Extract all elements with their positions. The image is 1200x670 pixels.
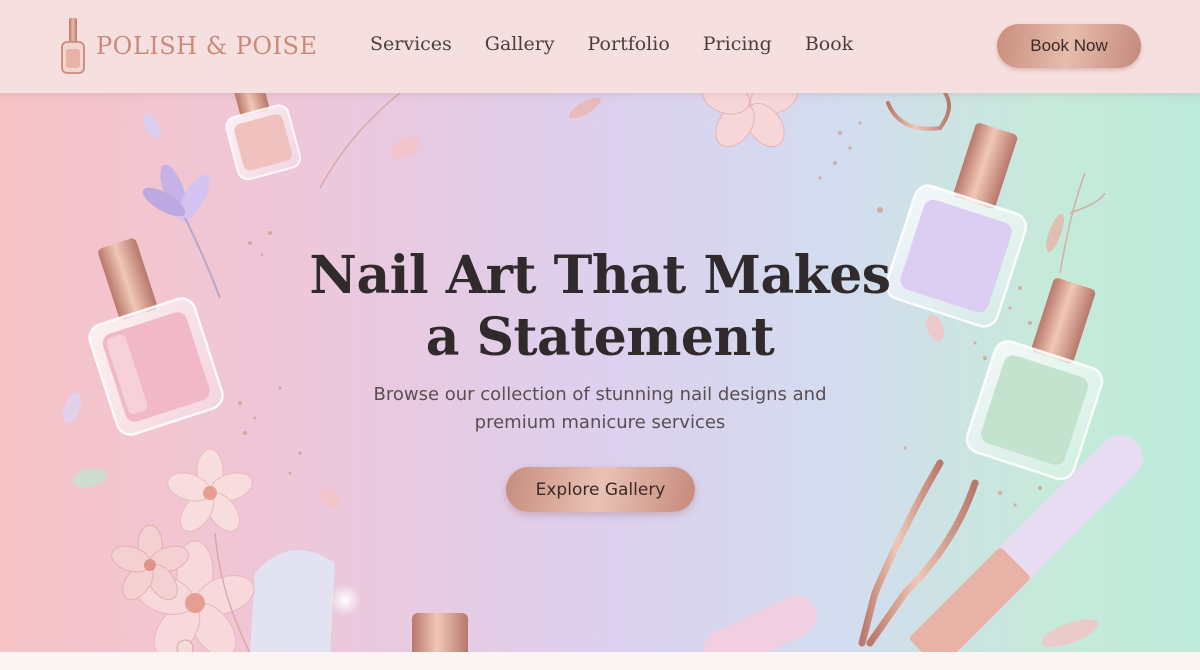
nav-portfolio[interactable]: Portfolio — [588, 33, 670, 55]
nail-polish-bottle-icon — [885, 123, 1028, 328]
nail-polish-bottle-icon — [225, 93, 302, 181]
explore-gallery-button[interactable]: Explore Gallery — [506, 467, 695, 512]
nail-polish-bottle-icon — [88, 238, 224, 436]
flower-icon — [167, 448, 253, 532]
nail-polish-bottle-icon — [412, 613, 468, 652]
nav-services[interactable]: Services — [370, 33, 452, 55]
hero-subtitle: Browse our collection of stunning nail d… — [340, 381, 860, 437]
hero-decorations — [62, 93, 1143, 652]
hero-title-line1: Nail Art That Makes — [309, 245, 891, 306]
book-now-button[interactable]: Book Now — [997, 24, 1141, 68]
site-header: POLISH & POISE Services Gallery Portfoli… — [0, 0, 1200, 93]
hero-title: Nail Art That Makes a Statement — [300, 245, 900, 369]
flower-icon — [142, 164, 221, 299]
main-nav: Services Gallery Portfolio Pricing Book — [370, 33, 886, 55]
brand-logo[interactable]: POLISH & POISE — [58, 16, 318, 76]
hero-subtitle-line2: premium manicure services — [474, 412, 726, 433]
nav-gallery[interactable]: Gallery — [485, 33, 555, 55]
hero-title-line2: a Statement — [425, 307, 775, 368]
brand-name: POLISH & POISE — [96, 32, 318, 60]
nav-book[interactable]: Book — [805, 33, 853, 55]
hero-subtitle-line1: Browse our collection of stunning nail d… — [373, 384, 827, 405]
nav-pricing[interactable]: Pricing — [703, 33, 772, 55]
flower-icon — [702, 93, 798, 148]
sparkle-icon — [329, 584, 361, 616]
page-bottom-strip — [0, 652, 1200, 670]
nail-polish-bottle-icon — [61, 18, 85, 74]
hero-section: Nail Art That Makes a Statement Browse o… — [0, 93, 1200, 652]
